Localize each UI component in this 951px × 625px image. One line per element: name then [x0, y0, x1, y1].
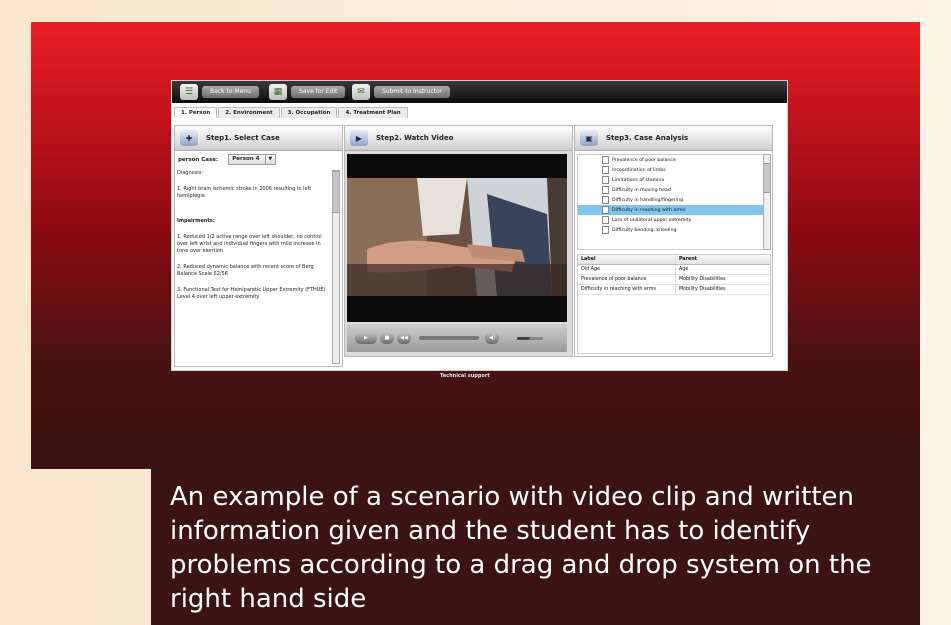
analysis-icon: ▣: [580, 130, 598, 146]
list-item[interactable]: Difficulty bending, kneeling: [578, 225, 763, 235]
table-row[interactable]: Prevalence of poor balance Mobility Disa…: [578, 275, 770, 285]
toolbar: ☰ Back to Menu ▦ Save for Edit ✉ Submit …: [172, 81, 787, 103]
play-button[interactable]: ▶: [355, 332, 377, 344]
video-progress-bar[interactable]: [419, 336, 479, 340]
slide-caption: An example of a scenario with video clip…: [170, 482, 872, 614]
table-row[interactable]: Old Age Age: [578, 265, 770, 275]
case-scrollbar[interactable]: [332, 170, 340, 364]
case-scrollbar-thumb[interactable]: [333, 171, 339, 213]
chevron-down-icon: ▼: [265, 155, 272, 164]
select-case-panel: ✚ Step1. Select Case person Case: Person…: [174, 125, 343, 367]
impairment-item: 2. Reduced dynamic balance with recent s…: [177, 264, 314, 277]
case-analysis-panel: ▣ Step3. Case Analysis Prevalence of poo…: [574, 125, 773, 357]
column-header-parent[interactable]: Parent: [676, 255, 770, 264]
case-study-app-window: ☰ Back to Menu ▦ Save for Edit ✉ Submit …: [171, 80, 788, 371]
list-item-label: Difficulty in handling/fingering: [612, 197, 684, 203]
video-frame: [347, 154, 567, 322]
document-icon: [602, 226, 609, 234]
menu-icon: ☰: [180, 84, 198, 100]
case-analysis-header: ▣ Step3. Case Analysis: [575, 126, 772, 151]
document-icon: [602, 166, 609, 174]
document-icon: [602, 206, 609, 214]
list-item[interactable]: Difficulty in moving head: [578, 185, 763, 195]
cell-parent: Mobility Disabilities: [679, 277, 726, 282]
save-icon: ▦: [269, 84, 287, 100]
grid-header-row: Label Parent: [578, 255, 770, 265]
volume-slider[interactable]: [517, 336, 543, 340]
document-icon: [602, 216, 609, 224]
save-for-edit-label: Save for Edit: [291, 86, 346, 98]
back-to-menu-label: Back to Menu: [202, 86, 259, 98]
list-item-label: Difficulty in reaching with arms: [612, 207, 686, 213]
list-item[interactable]: Incoordination of limbs: [578, 165, 763, 175]
list-item[interactable]: Difficulty in reaching with arms: [578, 205, 763, 215]
problem-list-scrollbar[interactable]: [763, 154, 771, 250]
tab-environment[interactable]: 2. Environment: [218, 107, 280, 118]
cell-label: Prevalence of poor balance: [578, 275, 676, 284]
list-item[interactable]: Prevalence of poor balance: [578, 155, 763, 165]
list-item-label: Incoordination of limbs: [612, 167, 666, 173]
submit-to-instructor-label: Submit to Instructor: [374, 86, 451, 98]
impairment-item: 1. Reduced 1/2 active range over left sh…: [177, 234, 322, 254]
stop-icon: ■: [384, 335, 390, 341]
watch-video-panel: ▶ Step2. Watch Video ▶ ■ ◀◀ ◀): [344, 125, 573, 357]
list-item[interactable]: Limitations of stamina: [578, 175, 763, 185]
problem-list: Prevalence of poor balance Incoordinatio…: [577, 154, 764, 250]
tab-treatment-plan[interactable]: 4. Treatment Plan: [338, 107, 408, 118]
back-to-menu-button[interactable]: ☰ Back to Menu: [180, 84, 259, 100]
watch-video-title: Step2. Watch Video: [376, 134, 454, 142]
list-item-label: Loss of unilateral upper extremity: [612, 217, 692, 223]
list-item-label: Limitations of stamina: [612, 177, 665, 183]
list-item-label: Prevalence of poor balance: [612, 157, 676, 163]
list-item[interactable]: Difficulty in handling/fingering: [578, 195, 763, 205]
list-item[interactable]: Loss of unilateral upper extremity: [578, 215, 763, 225]
technical-support-link[interactable]: Technical support: [440, 373, 490, 379]
rewind-button[interactable]: ◀◀: [397, 332, 411, 344]
case-description: Diagnosis: 1. Right brain ischemic strok…: [177, 170, 329, 362]
cell-label: Old Age: [578, 265, 676, 274]
impairment-item: 3. Functional Test for Hemiparetic Upper…: [177, 287, 326, 300]
volume-button[interactable]: ◀): [485, 332, 499, 344]
case-analysis-title: Step3. Case Analysis: [606, 134, 689, 142]
submit-to-instructor-button[interactable]: ✉ Submit to Instructor: [352, 84, 451, 100]
cell-label: Difficulty in reaching with arms: [578, 285, 676, 294]
video-icon: ▶: [350, 130, 368, 146]
table-row[interactable]: Difficulty in reaching with arms Mobilit…: [578, 285, 770, 295]
impairments-heading: Impairments:: [177, 218, 215, 224]
diagnosis-heading: Diagnosis:: [177, 170, 203, 176]
analysis-grid: Label Parent Old Age Age Prevalence of p…: [577, 254, 771, 354]
submit-icon: ✉: [352, 84, 370, 100]
video-player[interactable]: [347, 154, 567, 322]
list-item-label: Difficulty in moving head: [612, 187, 671, 193]
select-case-title: Step1. Select Case: [206, 134, 280, 142]
video-controls: ▶ ■ ◀◀ ◀): [347, 324, 567, 352]
cell-parent: Mobility Disabilities: [679, 287, 726, 292]
speaker-icon: ◀): [489, 335, 495, 341]
diagnosis-text: 1. Right brain ischemic stroke in 2006 r…: [177, 186, 312, 199]
stop-button[interactable]: ■: [380, 332, 394, 344]
tab-occupation[interactable]: 3. Occupation: [280, 107, 338, 118]
cell-parent: Age: [679, 267, 689, 272]
case-dropdown[interactable]: Person 4 ▼: [228, 154, 277, 165]
rewind-icon: ◀◀: [400, 335, 408, 341]
document-icon: [602, 196, 609, 204]
document-icon: [602, 176, 609, 184]
case-label: person Case:: [178, 156, 219, 163]
tab-person[interactable]: 1. Person: [174, 107, 218, 118]
save-for-edit-button[interactable]: ▦ Save for Edit: [269, 84, 346, 100]
document-icon: [602, 186, 609, 194]
select-case-header: ✚ Step1. Select Case: [175, 126, 342, 151]
document-icon: [602, 156, 609, 164]
column-header-label[interactable]: Label: [578, 255, 676, 264]
watch-video-header: ▶ Step2. Watch Video: [345, 126, 572, 151]
play-icon: ▶: [364, 335, 368, 341]
case-icon: ✚: [180, 130, 198, 146]
problem-list-scrollbar-thumb[interactable]: [764, 163, 770, 193]
case-dropdown-value: Person 4: [232, 156, 260, 162]
tab-bar: 1. Person 2. Environment 3. Occupation 4…: [174, 107, 409, 118]
volume-fill: [517, 336, 530, 340]
case-selector-row: person Case: Person 4 ▼: [178, 154, 277, 165]
list-item-label: Difficulty bending, kneeling: [612, 227, 677, 233]
